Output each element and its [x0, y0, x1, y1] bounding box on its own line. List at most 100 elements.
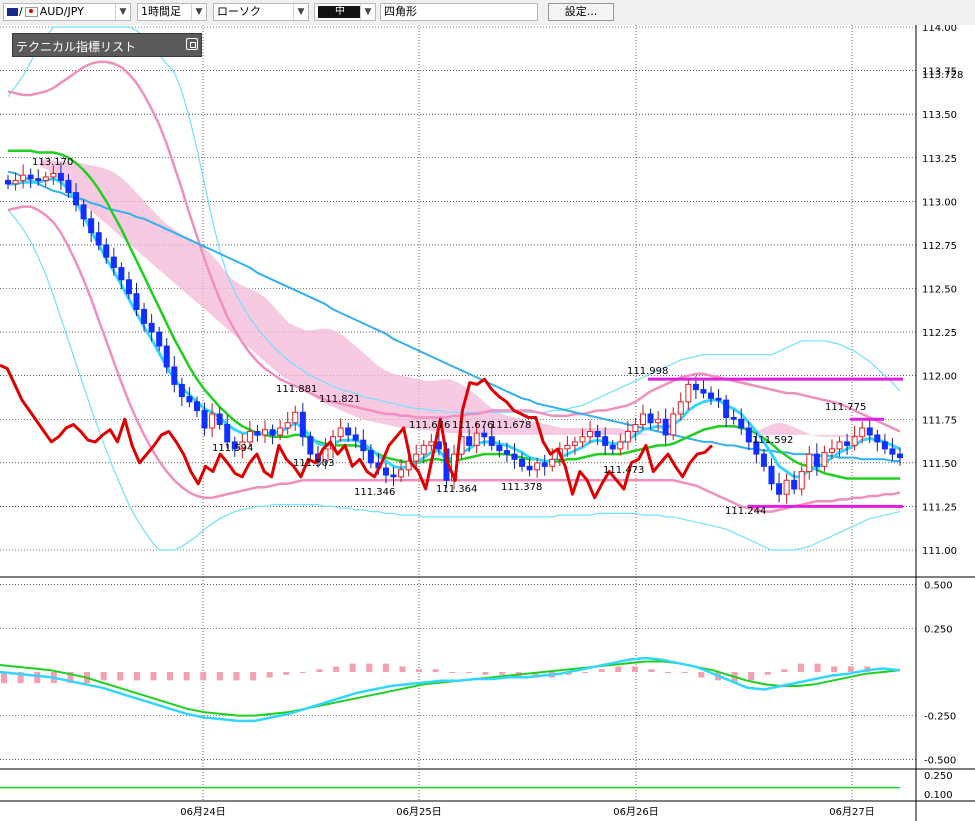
date-tick-label: 06月27日 [829, 806, 874, 818]
candle-body [889, 448, 896, 455]
macd-histogram-bar [382, 663, 389, 672]
candle-body [390, 474, 397, 478]
date-tick-label: 06月25日 [396, 806, 441, 818]
macd-histogram-bar [316, 669, 323, 672]
macd-histogram-bar [582, 672, 589, 673]
chevron-down-icon[interactable]: ▼ [360, 4, 375, 20]
macd-histogram-bar [233, 672, 240, 681]
chart-type-select[interactable]: ローソク ▼ [213, 3, 309, 21]
price-tick-label: 113.50 [922, 110, 957, 121]
macd-histogram-bar [449, 672, 456, 673]
candle-body [73, 192, 80, 206]
macd-histogram-bar [631, 666, 638, 672]
candle-body [549, 458, 556, 467]
price-tick-label: 112.25 [922, 328, 957, 339]
macd-histogram-bar [150, 672, 157, 681]
price-annotation: 113.170 [32, 157, 73, 168]
settings-label: 設定... [564, 5, 598, 18]
macd-histogram-bar [847, 666, 854, 672]
macd-histogram-bar [183, 672, 190, 681]
candle-body [715, 397, 722, 401]
price-annotation: 111.378 [501, 482, 542, 493]
candle-body [20, 174, 27, 181]
toolbar: / AUD/JPY ▼ 1時間足 ▼ ローソク ▼ 中 ▼ 四角形 設定... [0, 0, 975, 26]
candle-body [519, 458, 526, 467]
candle-body [821, 451, 828, 467]
symbol-select[interactable]: / AUD/JPY ▼ [3, 3, 131, 21]
candle-body [791, 479, 798, 490]
chevron-down-icon[interactable]: ▼ [293, 4, 308, 20]
drawing-tool-field[interactable]: 四角形 [380, 3, 538, 21]
macd-tick-label: -0.250 [924, 712, 956, 723]
macd-tick-label: 0.500 [924, 581, 953, 592]
candle-body [700, 389, 707, 394]
chart-type-label: ローソク [217, 5, 261, 18]
settings-button[interactable]: 設定... [548, 3, 614, 21]
drawing-tool-label: 四角形 [384, 5, 417, 18]
candle-body [156, 331, 163, 347]
macd-histogram-bar [598, 669, 605, 672]
macd-histogram-bar [748, 672, 755, 681]
macd-histogram-bar [831, 666, 838, 672]
candle-body [65, 179, 72, 194]
candle-body [776, 483, 783, 495]
candle-body [141, 308, 148, 324]
timeframe-select[interactable]: 1時間足 ▼ [137, 3, 207, 21]
candle-body [254, 430, 261, 436]
candle-body [836, 441, 843, 450]
macd-histogram-bar [681, 672, 688, 673]
candle-body [844, 441, 851, 446]
macd-histogram-bar [648, 669, 655, 672]
price-tick-label: 112.00 [922, 372, 957, 383]
candle-body [163, 345, 170, 368]
candle-body [874, 434, 881, 443]
price-annotation: 111.594 [212, 443, 253, 454]
candle-body [292, 411, 299, 424]
candle-body [148, 322, 155, 333]
candle-body [609, 444, 616, 450]
candle-body [367, 450, 374, 464]
candle-body [571, 441, 578, 446]
chevron-down-icon[interactable]: ▼ [115, 4, 130, 20]
au-flag-icon [7, 8, 18, 16]
candle-body [209, 413, 216, 429]
candle-body [594, 430, 601, 438]
candle-body [435, 441, 442, 450]
candle-body [110, 256, 117, 269]
price-annotation: 111.821 [319, 394, 360, 405]
candle-body [57, 172, 64, 181]
sub-tick-label: 0.250 [924, 771, 953, 782]
candle-body [503, 450, 510, 455]
candle-body [632, 423, 639, 432]
line-style-select[interactable]: 中 ▼ [314, 3, 376, 21]
macd-histogram-bar [117, 672, 124, 681]
macd-tick-label: -0.500 [924, 755, 956, 766]
price-annotation: 111.503 [293, 458, 334, 469]
close-icon[interactable] [186, 38, 198, 50]
price-annotation: 111.244 [725, 506, 766, 517]
candle-body [708, 392, 715, 399]
candle-body [655, 418, 662, 424]
candle-body [859, 427, 866, 438]
candle-body [246, 430, 253, 443]
candle-body [345, 427, 352, 436]
indicator-list-panel[interactable]: テクニカル指標リスト [12, 33, 202, 57]
candle-body [178, 383, 185, 398]
candle-body [685, 383, 692, 403]
price-tick-label: 111.00 [922, 546, 957, 557]
candle-body [5, 179, 11, 185]
macd-tick-label: 0.250 [924, 624, 953, 635]
candle-body [95, 232, 102, 246]
candle-body [768, 465, 775, 485]
macd-histogram-bar [349, 663, 356, 672]
candle-body [798, 471, 805, 490]
price-annotation: 111.346 [354, 487, 395, 498]
candle-body [526, 465, 533, 471]
price-annotation: 111.775 [825, 402, 866, 413]
chart-area[interactable]: 114.00113.75113.50113.25113.00112.75112.… [0, 25, 975, 821]
candle-body [103, 244, 110, 258]
chevron-down-icon[interactable]: ▼ [191, 4, 206, 20]
candle-body [88, 218, 95, 234]
candle-body [360, 439, 367, 452]
macd-histogram-bar [797, 663, 804, 672]
